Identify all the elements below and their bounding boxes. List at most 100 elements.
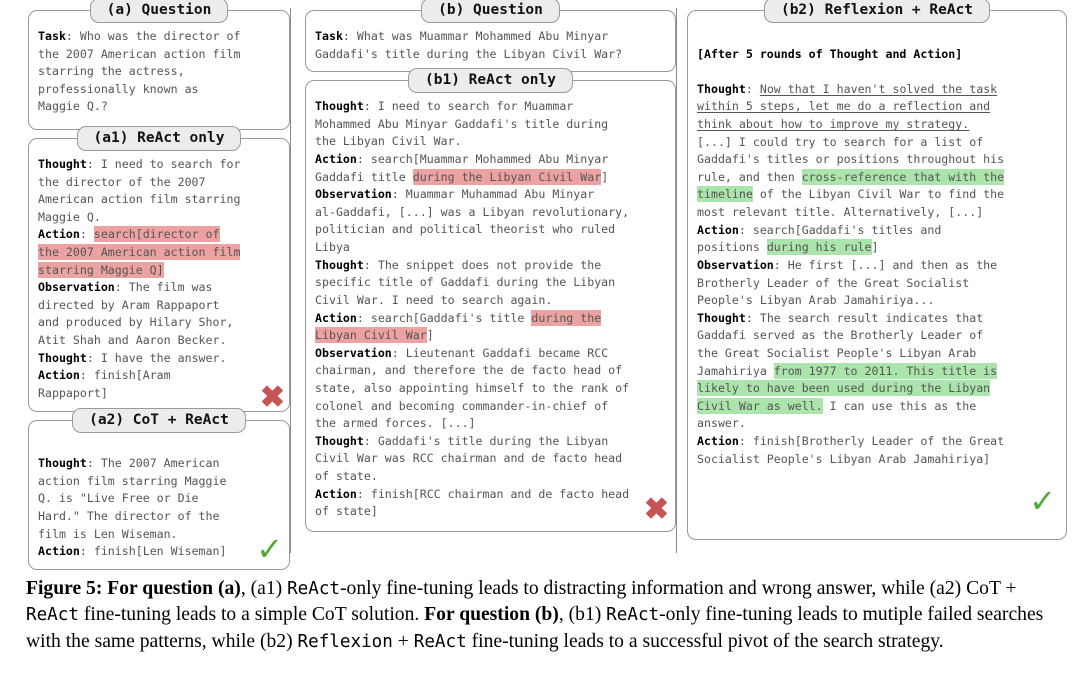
panel-b2-title: (b2) Reflexion + ReAct [763, 0, 991, 23]
transcript-line: Thought: I have the answer. [38, 350, 227, 365]
transcript-line [38, 438, 280, 456]
transcript-line: Hard." The director of the [38, 508, 220, 523]
transcript-line: politician and political theorist who ru… [315, 222, 616, 237]
transcript-line: think about how to improve my strategy. [697, 117, 970, 132]
panel-a-question: (a) Question Task: Who was the director … [28, 0, 290, 130]
transcript-line: state, also appointing himself to the ra… [315, 380, 630, 395]
transcript-line: Action: finish[Aram [38, 368, 171, 383]
transcript-line: Socialist People's Libyan Arab Jamahiriy… [697, 451, 991, 466]
transcript-line: rule, and then cross-reference that with… [697, 168, 1005, 185]
transcript-line: Thought: The search result indicates tha… [697, 310, 984, 325]
transcript-line: Thought: The 2007 American [38, 456, 220, 471]
transcript-line: [After 5 rounds of Thought and Action] [697, 46, 963, 61]
transcript-line: Atit Shah and Aaron Becker. [38, 333, 227, 348]
panel-b-question-title: (b) Question [421, 0, 560, 23]
panel-b1-body: Thought: I need to search for Muammar Moh… [306, 93, 675, 529]
transcript-line: professionally known as [38, 81, 199, 96]
transcript-line: Gaddafi served as the Brotherly Leader o… [697, 328, 984, 343]
transcript-line: likely to have been used during the Liby… [697, 380, 991, 397]
transcript-line [697, 63, 1057, 81]
transcript-line: directed by Aram Rappaport [38, 297, 220, 312]
transcript-line: Civil War. I need to search again. [315, 292, 553, 307]
transcript-line: answer. [697, 416, 746, 431]
transcript-line: Thought: I need to search for Muammar [315, 99, 574, 114]
panel-a2-cot-react: (a2) CoT + ReAct Thought: The 2007 Ameri… [28, 407, 290, 570]
panel-b2-body: [After 5 rounds of Thought and Action] T… [688, 23, 1066, 476]
transcript-line: and produced by Hilary Shor, [38, 315, 234, 330]
transcript-line: positions during his rule] [697, 239, 879, 256]
transcript-line: al-Gaddafi, [...] was a Libyan revolutio… [315, 204, 630, 219]
caption-text: For question (a), (a1) ReAct-only fine-t… [26, 578, 1044, 652]
transcript-line: Action: finish[Brotherly Leader of the G… [697, 434, 1005, 449]
transcript-line: Observation: The film was [38, 280, 213, 295]
figure-panels-container: (a) Question Task: Who was the director … [0, 0, 1080, 570]
transcript-line: film is Len Wiseman. [38, 526, 178, 541]
transcript-line: Observation: He first [...] and then as … [697, 257, 998, 272]
transcript-line: Action: search[Gaddafi's titles and [697, 222, 942, 237]
transcript-line: Jamahiriya from 1977 to 2011. This title… [697, 362, 998, 379]
caption-label: Figure 5: [26, 578, 103, 599]
panel-a-question-body: Task: Who was the director of the 2007 Am… [29, 23, 289, 124]
transcript-line: the Great Socialist People's Libyan Arab [697, 345, 977, 360]
panel-b-question: (b) Question Task: What was Muammar Moha… [305, 0, 676, 73]
transcript-line: of state. [315, 469, 378, 484]
transcript-line: Gaddafi title during the Libyan Civil Wa… [315, 168, 609, 185]
verdict-check-icon-b2: ✓ [1029, 482, 1056, 520]
transcript-line: Observation: Muammar Muhammad Abu Minyar [315, 187, 595, 202]
panel-b-question-body: Task: What was Muammar Mohammed Abu Miny… [306, 23, 675, 71]
transcript-line: [...] I could try to search for a list o… [697, 134, 984, 149]
panel-b1-title: (b1) ReAct only [408, 68, 573, 94]
panel-a2-body: Thought: The 2007 American action film st… [29, 433, 289, 569]
transcript-line: Action: finish[Len Wiseman] [38, 544, 227, 559]
transcript-line: the Libyan Civil War. [315, 134, 462, 149]
transcript-line: Mohammed Abu Minyar Gaddafi's title duri… [315, 116, 609, 131]
transcript-line: American action film starring [38, 192, 241, 207]
transcript-line: most relevant title. Alternatively, [...… [697, 205, 984, 220]
transcript-line: the director of the 2007 [38, 174, 206, 189]
transcript-line: Action: finish[RCC chairman and de facto… [315, 486, 630, 501]
transcript-line: the 2007 American action film [38, 244, 241, 261]
column-reflexion-b2: (b2) Reflexion + ReAct [After 5 rounds o… [677, 0, 1067, 548]
panel-b2-reflexion-react: (b2) Reflexion + ReAct [After 5 rounds o… [687, 0, 1067, 540]
panel-a2-title: (a2) CoT + ReAct [72, 407, 246, 433]
figure-caption: Figure 5: For question (a), (a1) ReAct-o… [26, 576, 1058, 655]
column-question-b: (b) Question Task: What was Muammar Moha… [291, 0, 676, 540]
transcript-line: Action: search[director of [38, 226, 220, 243]
transcript-line: action film starring Maggie [38, 473, 227, 488]
transcript-line: starring the actress, [38, 64, 185, 79]
transcript-line: Libyan Civil War] [315, 327, 434, 344]
transcript-line: the armed forces. [...] [315, 416, 476, 431]
column-question-a: (a) Question Task: Who was the director … [0, 0, 290, 578]
panel-a1-title: (a1) ReAct only [76, 126, 242, 151]
transcript-line: Thought: Now that I haven't solved the t… [697, 81, 998, 96]
transcript-line: Rappaport] [38, 385, 108, 400]
panel-a1-body: Thought: I need to search for the directo… [29, 151, 289, 411]
transcript-line: chairman, and therefore the de facto hea… [315, 363, 623, 378]
transcript-line: Observation: Lieutenant Gaddafi became R… [315, 345, 609, 360]
transcript-line: within 5 steps, let me do a reflection a… [697, 99, 991, 114]
transcript-line: Action: search[Muammar Mohammed Abu Miny… [315, 152, 609, 167]
transcript-line: starring Maggie Q] [38, 261, 164, 278]
transcript-line: Brotherly Leader of the Great Socialist [697, 275, 970, 290]
panel-a1-react-only: (a1) ReAct only Thought: I need to searc… [28, 126, 290, 412]
transcript-line: Gaddafi's title during the Libyan Civil … [315, 46, 623, 61]
transcript-line: Gaddafi's titles or positions throughout… [697, 152, 1005, 167]
transcript-line: Q. is "Live Free or Die [38, 491, 199, 506]
transcript-line [697, 28, 1057, 46]
transcript-line: Action: search[Gaddafi's title during th… [315, 309, 602, 326]
transcript-line: Task: Who was the director of [38, 29, 241, 43]
transcript-line: People's Libyan Arab Jamahiriya... [697, 293, 935, 308]
transcript-line: specific title of Gaddafi during the Lib… [315, 275, 616, 290]
transcript-line: Maggie Q.? [38, 99, 108, 114]
transcript-line: Civil War as well. I can use this as the [697, 397, 977, 414]
transcript-line: Libya [315, 240, 350, 255]
transcript-line: timeline of the Libyan Civil War to find… [697, 186, 1005, 203]
transcript-line: of state] [315, 504, 378, 519]
transcript-line: Civil War was RCC chairman and de facto … [315, 451, 623, 466]
transcript-line: Task: What was Muammar Mohammed Abu Miny… [315, 29, 609, 43]
transcript-line: Maggie Q. [38, 209, 101, 224]
transcript-line: the 2007 American action film [38, 46, 241, 61]
transcript-line: colonel and becoming commander-in-chief … [315, 398, 609, 413]
panel-a-question-title: (a) Question [89, 0, 229, 23]
transcript-line: Thought: I need to search for [38, 157, 241, 171]
